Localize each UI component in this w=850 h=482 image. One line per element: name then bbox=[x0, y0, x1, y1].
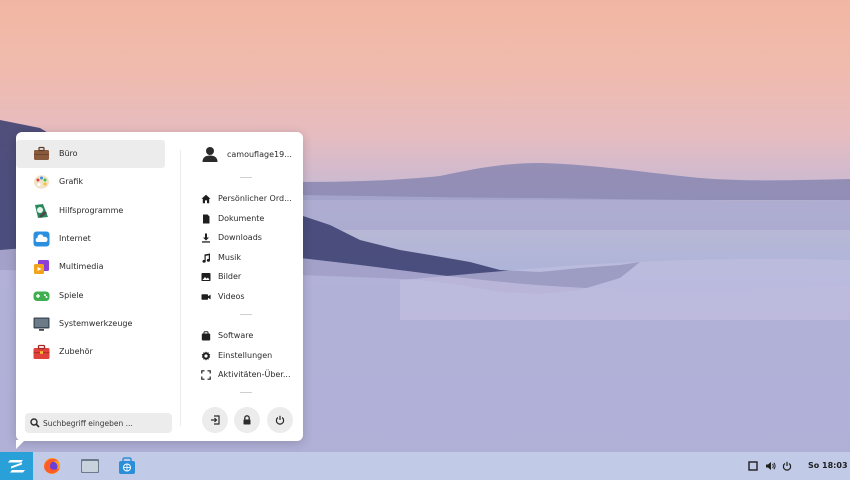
category-label: Zubehör bbox=[59, 347, 93, 357]
clock[interactable]: So 18:03 bbox=[808, 461, 848, 470]
palette-icon bbox=[33, 174, 50, 190]
firefox-icon bbox=[44, 458, 60, 474]
separator bbox=[240, 392, 252, 393]
category-label: Grafik bbox=[59, 177, 84, 187]
home-icon bbox=[201, 194, 211, 204]
place-item[interactable]: Dokumente bbox=[201, 211, 301, 229]
category-spiele[interactable]: Spiele bbox=[16, 282, 165, 310]
software-store-button[interactable] bbox=[117, 456, 137, 476]
window-icon[interactable] bbox=[748, 461, 758, 471]
activities-icon bbox=[201, 370, 211, 380]
category-label: Büro bbox=[59, 149, 78, 158]
zorin-logo-icon bbox=[8, 460, 25, 473]
category-zubehör[interactable]: Zubehör bbox=[16, 338, 165, 366]
lock-icon bbox=[243, 415, 251, 425]
category-label: Internet bbox=[59, 233, 91, 243]
separator bbox=[240, 177, 252, 178]
image-icon bbox=[201, 272, 211, 282]
place-item[interactable]: Bilder bbox=[201, 269, 301, 287]
category-label: Spiele bbox=[59, 290, 84, 300]
toolbox-icon bbox=[33, 344, 50, 360]
category-label: Systemwerkzeuge bbox=[59, 318, 133, 328]
power-icon bbox=[275, 415, 285, 425]
multimedia-icon bbox=[33, 259, 50, 275]
system-item[interactable]: Einstellungen bbox=[201, 348, 301, 366]
video-icon bbox=[201, 292, 211, 302]
files-icon bbox=[81, 459, 99, 473]
category-internet[interactable]: Internet bbox=[16, 225, 165, 253]
briefcase-icon bbox=[33, 146, 50, 162]
place-label: Videos bbox=[218, 292, 245, 301]
separator bbox=[240, 314, 252, 315]
system-label: Einstellungen bbox=[218, 350, 273, 360]
software-store-icon bbox=[119, 457, 135, 474]
start-menu: Büro Grafik Hilfsprogramme Internet Multimed… bbox=[16, 132, 303, 441]
firefox-button[interactable] bbox=[42, 456, 62, 476]
settings-icon bbox=[201, 351, 211, 361]
place-label: Bilder bbox=[218, 272, 242, 282]
power-icon[interactable] bbox=[782, 461, 792, 471]
category-hilfsprogramme[interactable]: Hilfsprogramme bbox=[16, 197, 165, 225]
category-büro[interactable]: Büro bbox=[16, 140, 165, 168]
music-icon bbox=[201, 253, 211, 263]
place-item[interactable]: Persönlicher Ord... bbox=[201, 191, 301, 209]
user-name: camouflage19... bbox=[227, 150, 292, 159]
taskbar: So 18:03 bbox=[0, 452, 850, 480]
menu-divider bbox=[180, 150, 181, 426]
category-grafik[interactable]: Grafik bbox=[16, 168, 165, 196]
menu-pointer bbox=[16, 440, 25, 449]
category-multimedia[interactable]: Multimedia bbox=[16, 253, 165, 281]
category-systemwerkzeuge[interactable]: Systemwerkzeuge bbox=[16, 310, 165, 338]
place-label: Persönlicher Ord... bbox=[218, 194, 292, 203]
search-icon bbox=[30, 418, 40, 428]
volume-icon[interactable] bbox=[765, 461, 776, 471]
search-input[interactable]: Suchbegriff eingeben ... bbox=[25, 413, 172, 433]
system-label: Aktivitäten-Über... bbox=[218, 370, 291, 380]
files-button[interactable] bbox=[80, 456, 100, 476]
search-placeholder: Suchbegriff eingeben ... bbox=[43, 419, 133, 428]
place-item[interactable]: Musik bbox=[201, 250, 301, 268]
download-icon bbox=[201, 233, 211, 243]
logout-icon bbox=[211, 415, 220, 425]
document-icon bbox=[201, 214, 211, 224]
category-label: Multimedia bbox=[59, 262, 104, 272]
place-label: Musik bbox=[218, 252, 241, 262]
monitor-icon bbox=[33, 316, 50, 332]
cloud-icon bbox=[33, 231, 50, 247]
power-button[interactable] bbox=[267, 407, 293, 433]
start-button[interactable] bbox=[0, 452, 33, 480]
system-item[interactable]: Software bbox=[201, 328, 301, 346]
utilities-icon bbox=[33, 203, 50, 219]
category-label: Hilfsprogramme bbox=[59, 205, 124, 215]
system-item[interactable]: Aktivitäten-Über... bbox=[201, 367, 301, 385]
user-icon bbox=[202, 147, 218, 162]
gamepad-icon bbox=[33, 288, 50, 304]
place-item[interactable]: Videos bbox=[201, 289, 301, 307]
logout-button[interactable] bbox=[202, 407, 228, 433]
lock-button[interactable] bbox=[234, 407, 260, 433]
software-icon bbox=[201, 331, 211, 341]
user-button[interactable]: camouflage19... bbox=[202, 144, 297, 166]
place-label: Dokumente bbox=[218, 213, 265, 223]
system-label: Software bbox=[218, 331, 254, 340]
place-label: Downloads bbox=[218, 233, 262, 243]
place-item[interactable]: Downloads bbox=[201, 230, 301, 248]
